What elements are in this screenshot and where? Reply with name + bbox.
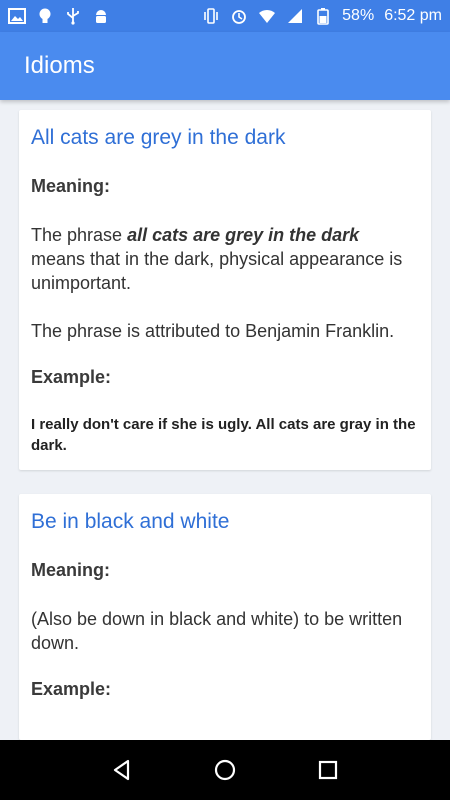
status-right: 58% 6:52 pm [202, 7, 442, 25]
idiom-list[interactable]: All cats are grey in the dark Meaning: T… [0, 100, 450, 740]
clock: 6:52 pm [384, 7, 442, 24]
android-icon [92, 7, 110, 25]
meaning-text: The phrase all cats are grey in the dark… [31, 223, 417, 295]
signal-icon [286, 7, 304, 25]
idiom-title: All cats are grey in the dark [31, 126, 286, 149]
status-left [8, 7, 110, 25]
idiom-title: Be in black and white [31, 510, 230, 533]
back-icon[interactable] [102, 750, 142, 790]
idiom-phrase: all cats are grey in the dark [127, 225, 360, 245]
status-bar: 58% 6:52 pm [0, 0, 450, 32]
vibrate-icon [202, 7, 220, 25]
meaning-text-end: means that in the dark, physical appeara… [31, 249, 403, 293]
example-label: Example: [31, 679, 112, 699]
idiom-card: Be in black and white Meaning: (Also be … [19, 494, 431, 740]
battery-percent: 58% [342, 7, 375, 24]
note-text: The phrase is attributed to Benjamin Fra… [31, 321, 395, 341]
meaning-text-start: The phrase [31, 225, 128, 245]
home-icon[interactable] [205, 750, 245, 790]
meaning-label: Meaning: [31, 560, 110, 580]
battery-icon [314, 7, 332, 25]
app-bar: Idioms [0, 32, 450, 100]
usb-icon [64, 7, 82, 25]
alarm-icon [230, 7, 248, 25]
example-label: Example: [31, 367, 112, 387]
app-title: Idioms [24, 52, 95, 79]
meaning-text: (Also be down in black and white) to be … [31, 609, 403, 653]
wifi-icon [258, 7, 276, 25]
idiom-card: All cats are grey in the dark Meaning: T… [19, 110, 431, 470]
bulb-icon [36, 7, 54, 25]
recents-icon[interactable] [308, 750, 348, 790]
image-icon [8, 7, 26, 25]
meaning-label: Meaning: [31, 176, 110, 196]
example-text: I really don't care if she is ugly. All … [31, 416, 416, 454]
navigation-bar [0, 740, 450, 800]
